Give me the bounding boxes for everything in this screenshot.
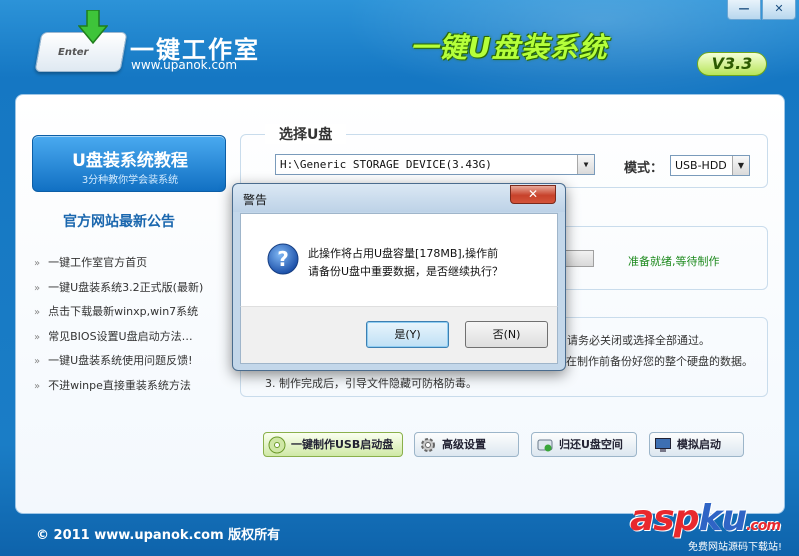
disk-select[interactable]: H:\Generic STORAGE DEVICE(3.43G) ▼: [275, 154, 595, 175]
status-text: 准备就绪,等待制作: [628, 255, 720, 268]
close-button[interactable]: ✕: [762, 0, 796, 20]
chevron-down-icon[interactable]: ▼: [732, 156, 749, 175]
watermark-part-a: asp: [630, 498, 699, 539]
bullet-icon: »: [34, 331, 41, 343]
logo-url: www.upanok.com: [131, 58, 238, 72]
app-window: — ✕ Enter 一键工作室 www.upanok.com 一键U盘装系统 V…: [0, 0, 799, 556]
gear-icon: [421, 438, 435, 452]
yes-button[interactable]: 是(Y): [366, 321, 449, 348]
minimize-button[interactable]: —: [727, 0, 761, 20]
download-arrow-icon: [78, 10, 108, 44]
drive-restore-icon: [537, 439, 553, 452]
news-item-label: 一键U盘装系统3.2正式版(最新): [48, 280, 204, 294]
tip-line-2: 在制作前备份好您的整个硬盘的数据。: [566, 355, 753, 368]
news-heading: 官方网站最新公告: [63, 214, 175, 230]
news-item-label: 一键U盘装系统使用问题反馈!: [48, 354, 193, 367]
mode-label: 模式：: [624, 161, 664, 176]
disc-icon: [268, 436, 286, 454]
bullet-icon: »: [34, 307, 41, 318]
bullet-icon: »: [34, 380, 41, 392]
news-item-label: 不进winpe直接重装系统方法: [48, 378, 191, 392]
monitor-icon: [655, 438, 671, 452]
logo-key-text: Enter: [58, 47, 89, 58]
watermark-logo: aspku.com: [630, 498, 781, 539]
version-badge: V3.3: [697, 52, 767, 76]
news-item[interactable]: » 点击下载最新winxp,win7系统: [34, 303, 203, 328]
bullet-icon: »: [34, 258, 41, 269]
restore-usb-space-button[interactable]: 归还U盘空间: [531, 432, 637, 457]
news-item[interactable]: » 不进winpe直接重装系统方法: [34, 377, 203, 402]
watermark-part-c: .com: [746, 518, 781, 534]
mode-select-value: USB-HDD: [675, 159, 727, 172]
svg-text:?: ?: [277, 247, 289, 271]
tip-line-3: 3. 制作完成后，引导文件隐藏可防格防毒。: [265, 377, 477, 390]
dialog-close-button[interactable]: ✕: [510, 185, 556, 204]
news-list: » 一键工作室官方首页 » 一键U盘装系统3.2正式版(最新) » 点击下载最新win…: [34, 254, 203, 401]
usb-select-legend: 选择U盘: [265, 124, 347, 144]
news-item-label: 一键工作室官方首页: [48, 256, 148, 269]
bullet-icon: »: [34, 282, 41, 294]
advanced-settings-button[interactable]: 高级设置: [414, 432, 519, 457]
tutorial-title: U盘装系统教程: [72, 151, 188, 171]
news-item[interactable]: » 常见BIOS设置U盘启动方法…: [34, 328, 203, 353]
dialog-message-line-1: 此操作将占用U盘容量[178MB],操作前: [308, 247, 499, 260]
watermark-part-b: ku: [698, 498, 748, 539]
dialog-message-line-2: 请备份U盘中重要数据，是否继续执行？: [308, 265, 504, 278]
news-item[interactable]: » 一键U盘装系统使用问题反馈!: [34, 352, 203, 377]
mode-select[interactable]: USB-HDD ▼: [670, 155, 750, 176]
warning-dialog: 警告 ✕ ? 此操作将占用U盘容量[178MB],操作前 请备份U盘中重要数据，…: [232, 183, 566, 371]
disk-select-value: H:\Generic STORAGE DEVICE(3.43G): [280, 158, 492, 171]
advanced-settings-label: 高级设置: [442, 438, 486, 451]
tip-line-1: 请务必关闭或选择全部通过。: [567, 334, 710, 347]
news-item-label: 点击下载最新winxp,win7系统: [48, 305, 199, 318]
dialog-message: 此操作将占用U盘容量[178MB],操作前 请备份U盘中重要数据，是否继续执行？: [308, 245, 503, 281]
tutorial-button[interactable]: U盘装系统教程 3分种教你学会装系统: [32, 135, 226, 192]
bullet-icon: »: [34, 356, 41, 367]
news-item-label: 常见BIOS设置U盘启动方法…: [48, 329, 193, 343]
news-item[interactable]: » 一键U盘装系统3.2正式版(最新): [34, 279, 203, 304]
tutorial-subtitle: 3分种教你学会装系统: [81, 175, 179, 186]
news-item[interactable]: » 一键工作室官方首页: [34, 254, 203, 279]
no-button[interactable]: 否(N): [465, 321, 548, 348]
product-title: 一键U盘装系统: [410, 31, 608, 64]
make-usb-boot-button[interactable]: 一键制作USB启动盘: [263, 432, 403, 457]
make-usb-boot-label: 一键制作USB启动盘: [291, 438, 394, 451]
dialog-titlebar[interactable]: 警告 ✕: [233, 184, 565, 212]
restore-usb-space-label: 归还U盘空间: [559, 438, 623, 451]
simulate-boot-button[interactable]: 模拟启动: [649, 432, 744, 457]
dialog-title: 警告: [243, 193, 268, 207]
footer-copyright: © 2011 www.upanok.com 版权所有: [36, 528, 281, 543]
simulate-boot-label: 模拟启动: [677, 438, 721, 451]
watermark-subtitle: 免费网站源码下载站!: [688, 542, 783, 553]
chevron-down-icon[interactable]: ▼: [577, 155, 594, 174]
question-icon: ?: [267, 243, 299, 275]
